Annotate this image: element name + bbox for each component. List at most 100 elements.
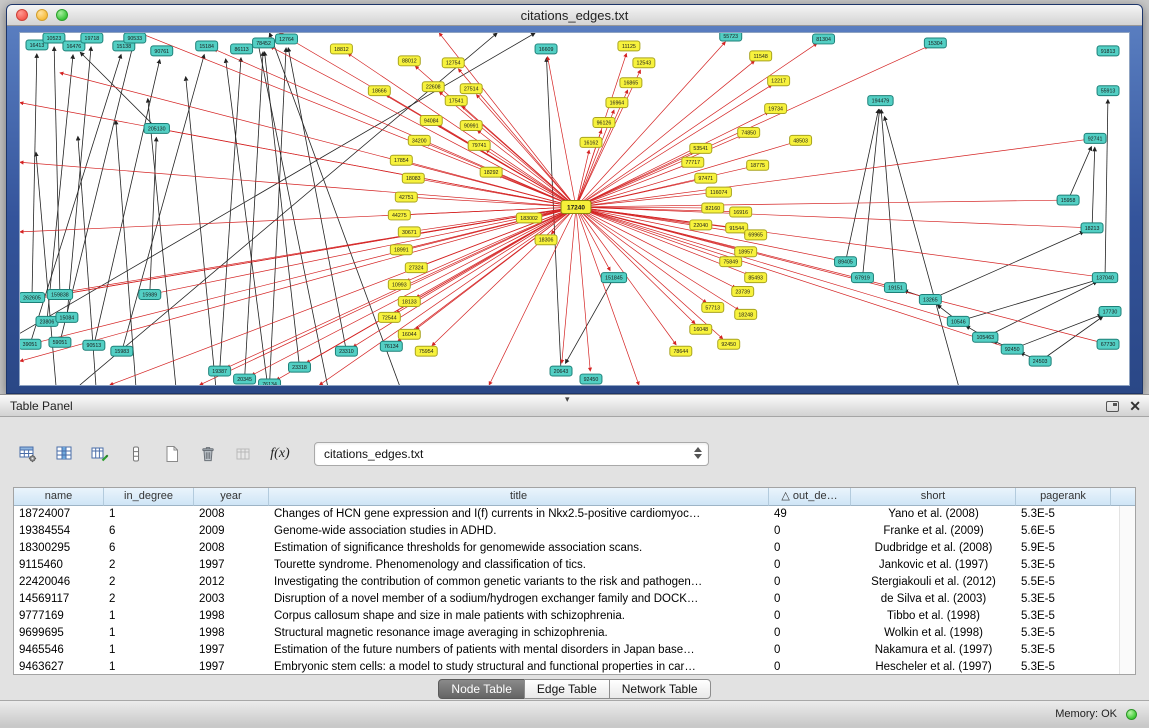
graph-node[interactable]: 72544 bbox=[378, 312, 400, 322]
cell-pagerank[interactable]: 5.3E-5 bbox=[1016, 608, 1111, 625]
graph-node[interactable]: 90533 bbox=[124, 33, 146, 43]
column-header-out_degree[interactable]: △ out_de… bbox=[769, 488, 851, 506]
graph-node[interactable]: 22608 bbox=[422, 82, 444, 92]
cell-year[interactable]: 1998 bbox=[194, 608, 269, 625]
graph-node[interactable]: 75849 bbox=[720, 257, 742, 267]
close-window-button[interactable] bbox=[16, 9, 28, 21]
cell-in_degree[interactable]: 6 bbox=[104, 523, 194, 540]
column-header-name[interactable]: name bbox=[14, 488, 104, 506]
network-canvas[interactable]: 1641310523164761971815138905339076115184… bbox=[19, 32, 1130, 386]
cell-out_degree[interactable]: 0 bbox=[769, 523, 851, 540]
graph-node[interactable]: 12217 bbox=[768, 76, 790, 86]
column-header-in_degree[interactable]: in_degree bbox=[104, 488, 194, 506]
graph-node[interactable]: 194479 bbox=[868, 96, 893, 106]
graph-node[interactable]: 18248 bbox=[735, 309, 757, 319]
graph-node[interactable]: 92450 bbox=[580, 374, 602, 384]
graph-node[interactable]: 91813 bbox=[1097, 46, 1119, 56]
cell-out_degree[interactable]: 0 bbox=[769, 659, 851, 675]
tab-edge-table[interactable]: Edge Table bbox=[524, 679, 610, 699]
graph-node[interactable]: 79741 bbox=[468, 140, 490, 150]
cell-name[interactable]: 9115460 bbox=[14, 557, 104, 574]
zoom-window-button[interactable] bbox=[56, 9, 68, 21]
graph-node[interactable]: 90761 bbox=[151, 46, 173, 56]
graph-node[interactable]: 90991 bbox=[460, 121, 482, 131]
graph-node[interactable]: 16048 bbox=[690, 324, 712, 334]
cell-title[interactable]: Embryonic stem cells: a model to study s… bbox=[269, 659, 769, 675]
cell-out_degree[interactable]: 0 bbox=[769, 608, 851, 625]
cell-year[interactable]: 1997 bbox=[194, 642, 269, 659]
cell-title[interactable]: Estimation of the future numbers of pati… bbox=[269, 642, 769, 659]
cell-title[interactable]: Genome-wide association studies in ADHD. bbox=[269, 523, 769, 540]
cell-short[interactable]: Wolkin et al. (1998) bbox=[851, 625, 1016, 642]
cell-name[interactable]: 18300295 bbox=[14, 540, 104, 557]
new-table-icon[interactable] bbox=[156, 440, 188, 468]
graph-node[interactable]: 34200 bbox=[408, 135, 430, 145]
cell-pagerank[interactable]: 5.9E-5 bbox=[1016, 540, 1111, 557]
graph-node[interactable]: 12543 bbox=[633, 58, 655, 68]
window-titlebar[interactable]: citations_edges.txt bbox=[7, 5, 1142, 26]
cell-short[interactable]: Yano et al. (2008) bbox=[851, 506, 1016, 523]
cell-year[interactable]: 2008 bbox=[194, 506, 269, 523]
graph-node[interactable]: 18775 bbox=[747, 160, 769, 170]
graph-node[interactable]: 92741 bbox=[1084, 133, 1106, 143]
column-header-title[interactable]: title bbox=[269, 488, 769, 506]
graph-node[interactable]: 89405 bbox=[835, 257, 857, 267]
graph-node[interactable]: 15989 bbox=[139, 290, 161, 300]
cell-title[interactable]: Changes of HCN gene expression and I(f) … bbox=[269, 506, 769, 523]
graph-node[interactable]: 57713 bbox=[702, 302, 724, 312]
cell-out_degree[interactable]: 0 bbox=[769, 540, 851, 557]
column-header-year[interactable]: year bbox=[194, 488, 269, 506]
column-header-pagerank[interactable]: pagerank bbox=[1016, 488, 1111, 506]
cell-in_degree[interactable]: 2 bbox=[104, 591, 194, 608]
graph-node[interactable]: 18133 bbox=[398, 297, 420, 307]
graph-node[interactable]: 76134 bbox=[380, 341, 402, 351]
graph-node[interactable]: 17730 bbox=[1099, 306, 1121, 316]
cell-short[interactable]: Tibbo et al. (1998) bbox=[851, 608, 1016, 625]
cell-name[interactable]: 14569117 bbox=[14, 591, 104, 608]
table-row[interactable]: 1456911722003Disruption of a novel membe… bbox=[14, 591, 1119, 608]
graph-node[interactable]: 11548 bbox=[750, 51, 772, 61]
graph-node[interactable]: 16916 bbox=[730, 207, 752, 217]
splitter-handle-icon[interactable]: ▾ bbox=[565, 394, 570, 405]
graph-node[interactable]: 92450 bbox=[718, 339, 740, 349]
tab-network-table[interactable]: Network Table bbox=[609, 679, 711, 699]
graph-node[interactable]: 159838 bbox=[47, 290, 72, 300]
cell-name[interactable]: 9777169 bbox=[14, 608, 104, 625]
table-row[interactable]: 2242004622012Investigating the contribut… bbox=[14, 574, 1119, 591]
float-panel-icon[interactable] bbox=[1106, 401, 1119, 412]
graph-node[interactable]: 55913 bbox=[1097, 86, 1119, 96]
graph-node[interactable]: 17240 bbox=[561, 201, 591, 214]
cell-year[interactable]: 2012 bbox=[194, 574, 269, 591]
cell-name[interactable]: 9463627 bbox=[14, 659, 104, 675]
graph-node[interactable]: 24503 bbox=[1029, 356, 1051, 366]
graph-node[interactable]: 12764 bbox=[276, 34, 298, 44]
graph-node[interactable]: 23318 bbox=[289, 362, 311, 372]
cell-title[interactable]: Disruption of a novel member of a sodium… bbox=[269, 591, 769, 608]
graph-node[interactable]: 18306 bbox=[535, 235, 557, 245]
graph-node[interactable]: 85493 bbox=[745, 273, 767, 283]
graph-node[interactable]: 94084 bbox=[420, 116, 442, 126]
edit-table-icon[interactable] bbox=[84, 440, 116, 468]
graph-node[interactable]: 16609 bbox=[535, 44, 557, 54]
cell-in_degree[interactable]: 1 bbox=[104, 625, 194, 642]
graph-node[interactable]: 78452 bbox=[253, 38, 275, 48]
table-row[interactable]: 969969511998Structural magnetic resonanc… bbox=[14, 625, 1119, 642]
graph-node[interactable]: 183002 bbox=[516, 213, 541, 223]
cell-title[interactable]: Corpus callosum shape and size in male p… bbox=[269, 608, 769, 625]
cell-out_degree[interactable]: 0 bbox=[769, 642, 851, 659]
table-selector-combobox[interactable]: citations_edges.txt bbox=[314, 442, 709, 466]
graph-node[interactable]: 13265 bbox=[919, 295, 941, 305]
table-settings-icon[interactable] bbox=[12, 440, 44, 468]
graph-node[interactable]: 55723 bbox=[720, 33, 742, 41]
graph-node[interactable]: 69965 bbox=[745, 230, 767, 240]
minimize-window-button[interactable] bbox=[36, 9, 48, 21]
graph-node[interactable]: 17541 bbox=[445, 96, 467, 106]
cell-pagerank[interactable]: 5.3E-5 bbox=[1016, 557, 1111, 574]
cell-title[interactable]: Tourette syndrome. Phenomenology and cla… bbox=[269, 557, 769, 574]
graph-node[interactable]: 23310 bbox=[335, 346, 357, 356]
graph-node[interactable]: 74850 bbox=[738, 127, 760, 137]
graph-node[interactable]: 20643 bbox=[550, 366, 572, 376]
graph-node[interactable]: 15304 bbox=[924, 38, 946, 48]
graph-node[interactable]: 15184 bbox=[196, 41, 218, 51]
graph-node[interactable]: 27514 bbox=[460, 84, 482, 94]
